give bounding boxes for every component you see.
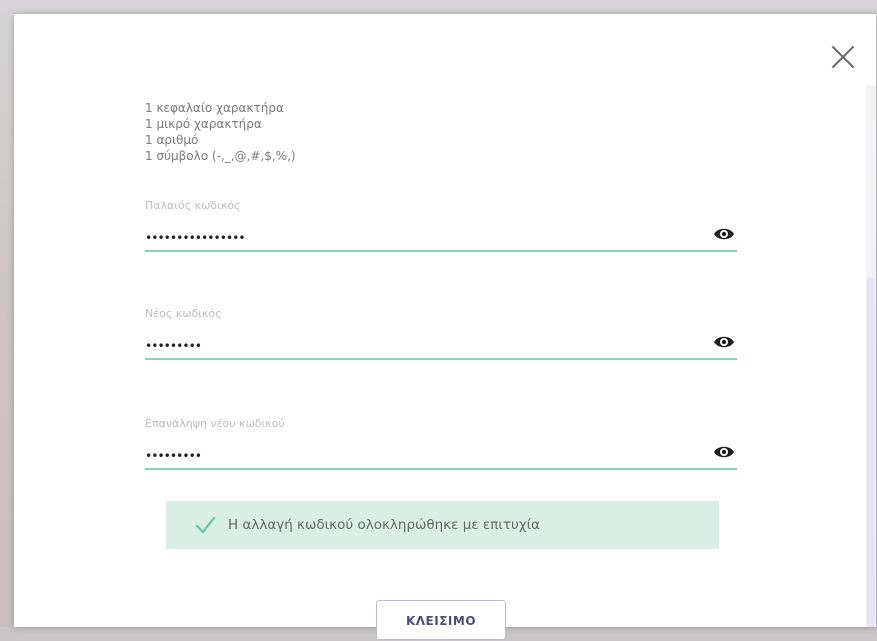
new-password-row (145, 330, 737, 360)
check-icon (195, 516, 216, 534)
change-password-dialog: 1 κεφαλαίο χαρακτήρα 1 μικρό χαρακτήρα 1… (14, 14, 876, 640)
new-password-field: Νέος κωδικός (145, 306, 737, 360)
old-password-input[interactable] (145, 222, 685, 248)
eye-icon[interactable] (713, 226, 735, 242)
requirement-uppercase: 1 κεφαλαίο χαρακτήρα (145, 101, 284, 115)
requirement-number: 1 αριθμό (145, 133, 199, 147)
scrollbar[interactable] (866, 86, 876, 627)
success-banner: Η αλλαγή κωδικού ολοκληρώθηκε με επιτυχί… (166, 501, 719, 549)
close-icon[interactable] (830, 44, 856, 70)
password-requirements: 1 κεφαλαίο χαρακτήρα 1 μικρό χαρακτήρα 1… (145, 100, 296, 164)
confirm-password-field: Επανάληψη νέου κωδικού (145, 416, 737, 470)
eye-icon[interactable] (713, 444, 735, 460)
close-button[interactable]: ΚΛΕΙΣΙΜΟ (376, 600, 506, 640)
eye-icon[interactable] (713, 334, 735, 350)
new-password-label: Νέος κωδικός (145, 307, 222, 320)
requirement-symbol: 1 σύμβολο (-,_,@,#,$,%,) (145, 149, 296, 163)
scrollbar-thumb[interactable] (867, 278, 875, 627)
confirm-password-input[interactable] (145, 440, 685, 466)
confirm-password-row (145, 440, 737, 470)
requirement-lowercase: 1 μικρό χαρακτήρα (145, 117, 262, 131)
old-password-field: Παλαιός κωδικός (145, 198, 737, 252)
old-password-label: Παλαιός κωδικός (145, 199, 241, 212)
confirm-password-label: Επανάληψη νέου κωδικού (145, 417, 285, 430)
old-password-row (145, 222, 737, 252)
new-password-input[interactable] (145, 330, 685, 356)
success-message: Η αλλαγή κωδικού ολοκληρώθηκε με επιτυχί… (228, 517, 541, 533)
